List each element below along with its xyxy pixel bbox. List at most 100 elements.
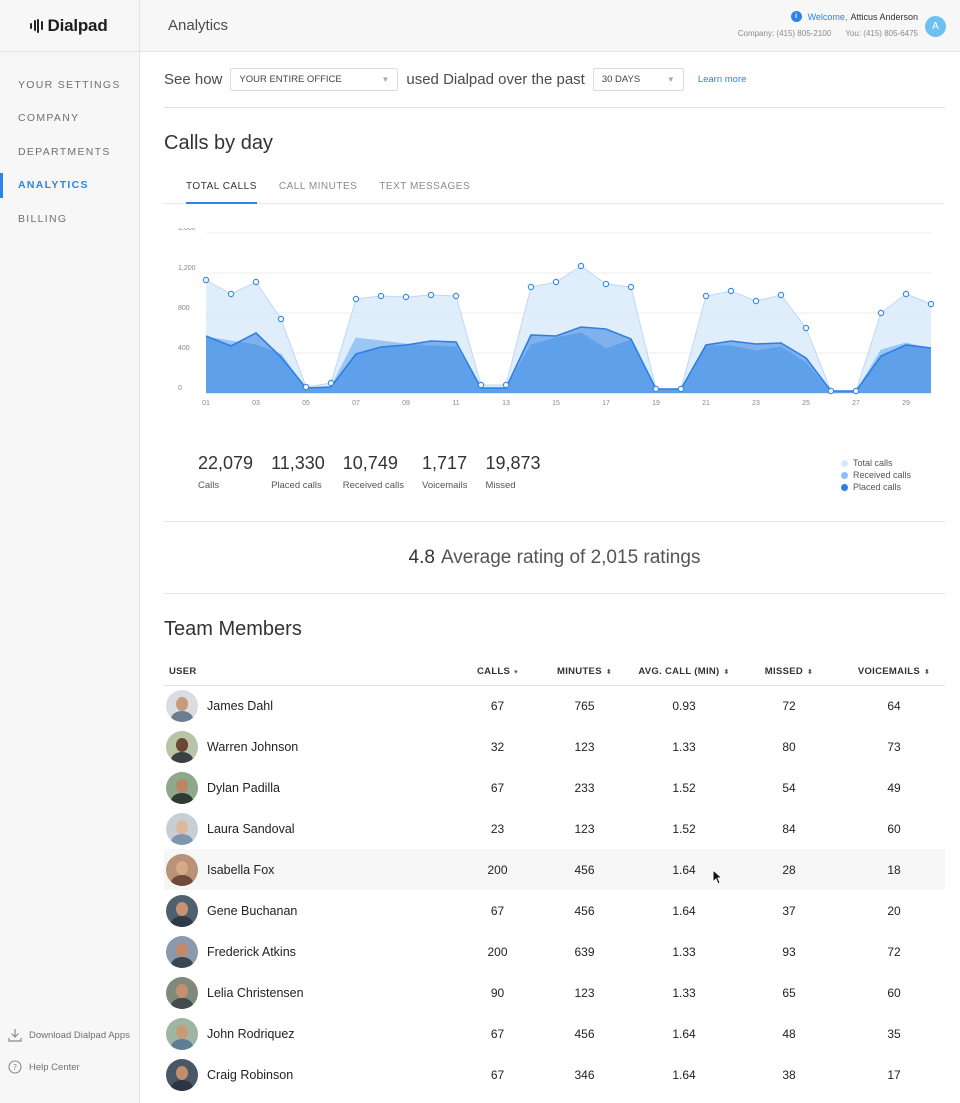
- avatar-body: [171, 833, 193, 845]
- cell-missed: 37: [782, 903, 796, 918]
- tab-text-messages[interactable]: TEXT MESSAGES: [379, 181, 470, 203]
- sidebar-footer: Download Dialpad Apps ? Help Center: [8, 1019, 130, 1083]
- sidebar-item-departments[interactable]: DEPARTMENTS: [0, 135, 139, 169]
- col-missed[interactable]: MISSED ⬍: [735, 659, 843, 686]
- data-point: [402, 293, 410, 301]
- x-tick-label: 11: [452, 400, 459, 407]
- learn-more-link[interactable]: Learn more: [698, 74, 747, 85]
- stat-label: Received calls: [342, 480, 405, 491]
- x-tick-label: 25: [802, 400, 810, 407]
- avatar-body: [171, 710, 193, 722]
- col-avg-call[interactable]: AVG. CALL (MIN) ⬍: [633, 659, 735, 686]
- user-avatar[interactable]: A: [925, 16, 946, 37]
- x-tick-label: 19: [652, 400, 660, 407]
- data-point: [302, 383, 310, 391]
- avatar: [166, 689, 198, 722]
- table-row[interactable]: Laura Sandoval 23 123 1.52 84 60: [164, 808, 945, 849]
- help-center-label: Help Center: [29, 1061, 80, 1073]
- table-row[interactable]: Isabella Fox 200 456 1.64 28 18: [164, 849, 945, 890]
- cell-user: Craig Robinson: [164, 1054, 459, 1095]
- table-row[interactable]: Dylan Padilla 67 233 1.52 54 49: [164, 767, 945, 808]
- data-point: [377, 292, 385, 300]
- period-select[interactable]: 30 DAYS ▼: [592, 68, 684, 91]
- cell-missed: 93: [782, 944, 796, 959]
- table-row[interactable]: James Dahl 67 765 0.93 72 64: [164, 685, 945, 726]
- table-row[interactable]: Frederick Atkins 200 639 1.33 93 72: [164, 931, 945, 972]
- filter-bar: See how YOUR ENTIRE OFFICE ▼ used Dialpa…: [164, 52, 945, 108]
- help-center-link[interactable]: ? Help Center: [8, 1051, 130, 1083]
- user-cell: Gene Buchanan: [164, 894, 459, 927]
- scope-select[interactable]: YOUR ENTIRE OFFICE ▼: [230, 68, 399, 91]
- dialpad-logo[interactable]: Dialpad: [0, 0, 139, 52]
- user-name[interactable]: Atticus Anderson: [850, 12, 918, 22]
- avatar-body: [171, 956, 193, 968]
- user-name[interactable]: Dylan Padilla: [207, 781, 280, 795]
- cell-user: Lelia Christensen: [164, 972, 459, 1013]
- x-tick-label: 21: [702, 400, 710, 407]
- col-voicemails[interactable]: VOICEMAILS ⬍: [843, 659, 945, 686]
- table-row[interactable]: Gene Buchanan 67 456 1.64 37 20: [164, 890, 945, 931]
- user-name[interactable]: John Rodriquez: [207, 1027, 295, 1041]
- cell-user: Gene Buchanan: [164, 890, 459, 931]
- tab-call-minutes[interactable]: CALL MINUTES: [279, 181, 357, 203]
- col-calls[interactable]: CALLS ▾: [459, 659, 536, 686]
- cell-voicemails: 60: [887, 985, 901, 1000]
- table-row[interactable]: Warren Johnson 32 123 1.33 80 73: [164, 726, 945, 767]
- avatar-face: [176, 901, 188, 916]
- company-phone: Company: (415) 805-2100: [737, 29, 832, 38]
- user-name[interactable]: Frederick Atkins: [207, 945, 296, 959]
- user-name[interactable]: Isabella Fox: [207, 863, 274, 877]
- user-cell: Craig Robinson: [164, 1058, 459, 1091]
- user-cell: Lelia Christensen: [164, 976, 459, 1009]
- stat-label: Voicemails: [422, 480, 468, 491]
- chevron-down-icon: ▼: [666, 75, 675, 84]
- data-point: [327, 379, 335, 387]
- cell-minutes: 456: [574, 1026, 595, 1041]
- stat-received: 10,749 Received calls: [343, 453, 404, 507]
- table-row[interactable]: Lelia Christensen 90 123 1.33 65 60: [164, 972, 945, 1013]
- avatar-face: [176, 819, 188, 834]
- data-point: [727, 287, 735, 295]
- avatar-face: [176, 737, 188, 752]
- cell-calls: 32: [490, 739, 505, 754]
- page-title: Analytics: [168, 17, 229, 34]
- user-phone: You: (415) 805-6475: [845, 29, 918, 38]
- data-point: [352, 295, 360, 303]
- sidebar-item-billing[interactable]: BILLING: [0, 202, 139, 236]
- cell-missed: 54: [782, 780, 796, 795]
- sidebar-item-analytics[interactable]: ANALYTICS: [0, 169, 139, 203]
- user-name[interactable]: Laura Sandoval: [207, 822, 295, 836]
- legend-label: Total calls: [852, 458, 893, 468]
- cell-missed: 72: [782, 698, 796, 713]
- call-stats: 22,079 Calls 11,330 Placed calls 10,749 Rec…: [164, 453, 945, 507]
- avatar-body: [171, 915, 193, 927]
- data-point: [602, 280, 610, 288]
- info-icon: i: [790, 11, 802, 22]
- user-name[interactable]: James Dahl: [207, 699, 273, 713]
- table-row[interactable]: Craig Robinson 67 346 1.64 38 17: [164, 1054, 945, 1095]
- data-point: [452, 292, 460, 300]
- cell-calls: 200: [459, 849, 536, 890]
- sidebar-item-your-settings[interactable]: YOUR SETTINGS: [0, 68, 139, 102]
- user-name[interactable]: Warren Johnson: [207, 740, 298, 754]
- tab-total-calls[interactable]: TOTAL CALLS: [186, 181, 257, 204]
- user-name[interactable]: Craig Robinson: [207, 1068, 293, 1082]
- cell-voicemails: 60: [887, 821, 901, 836]
- download-apps-link[interactable]: Download Dialpad Apps: [8, 1019, 130, 1051]
- user-name[interactable]: Gene Buchanan: [207, 904, 297, 918]
- cell-voicemails: 18: [843, 849, 945, 890]
- data-point: [552, 278, 560, 286]
- avatar-body: [171, 1038, 193, 1050]
- legend-item-placed: Placed calls: [840, 481, 911, 493]
- data-point: [802, 324, 810, 332]
- cell-avg: 1.64: [672, 903, 696, 918]
- table-row[interactable]: John Rodriquez 67 456 1.64 48 35: [164, 1013, 945, 1054]
- dialpad-logo-icon: [30, 18, 43, 33]
- filter-middle: used Dialpad over the past: [406, 71, 585, 88]
- user-name[interactable]: Lelia Christensen: [207, 986, 304, 1000]
- col-minutes[interactable]: MINUTES ⬍: [536, 659, 633, 686]
- x-tick-label: 05: [302, 400, 310, 407]
- avatar: [166, 771, 198, 804]
- cell-user: Frederick Atkins: [164, 931, 459, 972]
- sidebar-item-company[interactable]: COMPANY: [0, 102, 139, 136]
